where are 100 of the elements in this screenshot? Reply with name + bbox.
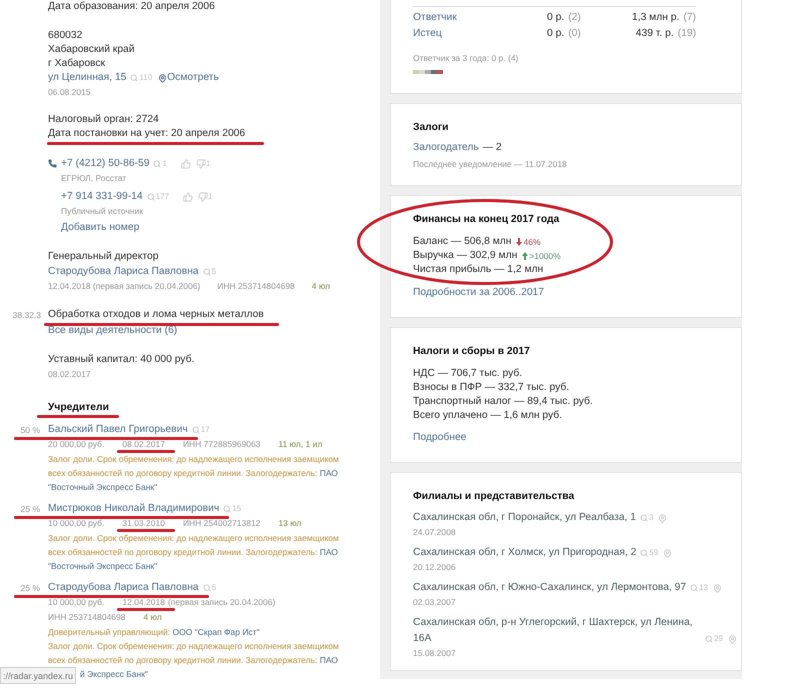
claim-amount: 439 т. р. [636,27,674,41]
court-summary: Ответчик за 3 года: 0 р. (4) [413,52,518,64]
dislike-count: 1 [208,192,212,202]
tax-details-link[interactable]: Подробнее [413,431,466,445]
address-line: Хабаровский край [48,43,135,57]
pledge-holder-link[interactable]: ПАО [320,547,338,557]
tax-figure: НДС — 706,7 тыс. руб. [413,367,522,381]
related-companies-link[interactable]: 13 юл [278,516,302,531]
view-on-map-link[interactable]: Осмотреть [167,71,219,85]
branch-date: 15.08.2007 [413,647,456,660]
map-pin-icon[interactable] [663,548,672,558]
phone-number-link[interactable]: +7 (4212) 50-86-59 [61,156,150,170]
claim-amount: 0 р. [547,27,564,41]
related-companies-link[interactable]: 11 юл, 1 ил [278,437,322,452]
search-icon [130,74,138,82]
card-title: Налоги и сборы в 2017 [413,345,530,359]
map-pin-icon [158,74,168,82]
case-count: (7) [683,11,696,25]
trustee-link[interactable]: ООО "Скрап Фар Ист" [172,627,260,637]
founder-name-link[interactable]: Мистрюков Николай Владимирович [48,502,220,516]
view-count: 29 [714,634,723,644]
search-icon [202,584,211,592]
search-icon [223,504,232,512]
view-count: 13 [699,583,708,593]
search-icon [640,514,648,522]
pledge-holder-link[interactable]: й Экспресс Банк" [80,667,148,681]
view-count: 15 [232,504,242,514]
tax-figure: Транспортный налог — 89,4 тыс. руб. [413,395,593,409]
map-pin-icon[interactable] [728,634,737,644]
phone-number-link[interactable]: +7 914 331-99-14 [61,190,143,204]
finance-details-link[interactable]: Подробности за 2006..2017 [413,286,544,300]
pledge-holder-link[interactable]: "Восточный Экспресс Банк" [48,561,158,571]
view-count: 1 [162,158,167,168]
claim-amount: 0 р. [547,11,564,25]
branch-address-link[interactable]: Сахалинская обл, г Южно-Сахалинск, ул Лермонтова, 97 [413,580,686,596]
street-link[interactable]: ул Целинная, 15 [48,71,126,85]
search-icon [640,549,648,557]
thumbs-down-icon[interactable] [198,192,208,202]
founder-name-link[interactable]: Бальский Павел Григорьевич [48,422,188,436]
thumbs-up-icon[interactable] [180,158,191,168]
trustee-note: Доверительный управляющий: ООО "Скрап Фар Ист" [48,626,260,639]
share-date: 08.02.2017 [122,439,165,449]
card-title: Финансы на конец 2017 года [413,213,560,227]
share-amount: 20 000,00 руб. [48,438,104,451]
search-icon [146,192,155,200]
share-percent: 25 % [20,582,40,594]
card-title: Филиалы и представительства [413,490,574,504]
case-count: (0) [568,27,581,41]
view-count: 3 [649,513,654,523]
add-phone-link[interactable]: Добавить номер [61,221,140,235]
share-amount: 10 000,00 руб. [48,596,104,609]
related-companies-link[interactable]: 4 юл [312,279,330,294]
phone-source: ЕГРЮЛ, Росстат [61,172,126,185]
address-line: 680032 [48,29,82,43]
finance-figure: Баланс — 506,8 млн [413,235,512,249]
inn-number: ИНН 253714804698 [217,280,295,293]
case-count: (2) [568,11,581,25]
search-icon [690,584,698,592]
related-companies-link[interactable]: 4 юл [143,610,162,625]
address-line: г Хабаровск [48,57,106,71]
pledger-link[interactable]: Залогодатель [413,141,479,155]
court-role-link[interactable]: Ответчик [413,12,457,23]
pledge-holder-link[interactable]: ПАО [320,655,338,665]
activity-name: Обработка отходов и лома черных металлов [48,308,264,320]
tax-figure: Всего уплачено — 1,6 млн руб. [413,409,562,423]
card-title: Залоги [413,121,448,135]
charter-capital: Уставный капитал: 40 000 руб. [48,353,194,367]
address-date: 06.08.2015 [48,86,91,99]
branch-address-link[interactable]: Сахалинская обл, р-н Углегорский, г Шахтерск, ул Ленина, 16А [413,615,702,647]
view-count: 177 [156,192,169,202]
tax-figure: Взносы в ПФР — 332,7 тыс. руб. [413,381,570,395]
share-date: 31.03.2010 [122,518,165,528]
founder-name-link[interactable]: Стародубова Лариса Павловна [48,580,199,594]
thumbs-down-icon[interactable] [196,158,206,168]
change-percent: >1000% [529,250,561,263]
pledge-note: Залог доли. Срок обременения: до надлежащего исполнения заемщиком всех обязанностей по договору кредитной линии. Залогодержатель: ПАО "Восточный Экспресс Банк" [48,453,340,494]
inn-number: ИНН 254002713812 [182,517,260,530]
last-notice: Последнее уведомление — 11.07.2018 [413,158,567,170]
pledger-count: — 2 [482,141,502,155]
share-amount: 10 000,00 руб. [48,517,104,530]
branch-address-link[interactable]: Сахалинская обл, г Поронайск, ул Реалбаза, 1 [413,510,636,526]
thumbs-up-icon[interactable] [182,192,193,202]
finance-figure: Выручка — 302,9 млн [413,249,518,263]
map-pin-icon[interactable] [658,514,668,522]
branch-date: 20.12.2006 [413,561,456,574]
share-percent: 25 % [20,502,40,516]
first-record-note: (первая запись 20.04.2006) [168,596,276,609]
map-pin-icon[interactable] [713,584,722,592]
branch-address-link[interactable]: Сахалинская обл, г Холмск, ул Пригородная, 2 [413,545,636,561]
court-role-link[interactable]: Истец [413,28,442,39]
change-percent: 46% [523,236,540,249]
activity-code: 38.32.3 [12,308,41,322]
director-name-link[interactable]: Стародубова Лариса Павловна [48,264,199,278]
dislike-count: 1 [206,158,210,168]
pledge-holder-link[interactable]: "Восточный Экспресс Банк" [48,482,158,492]
director-role: Генеральный директор [48,250,158,264]
pledge-holder-link[interactable]: ПАО [320,468,338,478]
registration-date: Дата образования: 20 апреля 2006 [48,0,215,14]
view-count: 59 [649,548,658,558]
all-activities-link[interactable]: Все виды деятельности (6) [48,324,178,338]
